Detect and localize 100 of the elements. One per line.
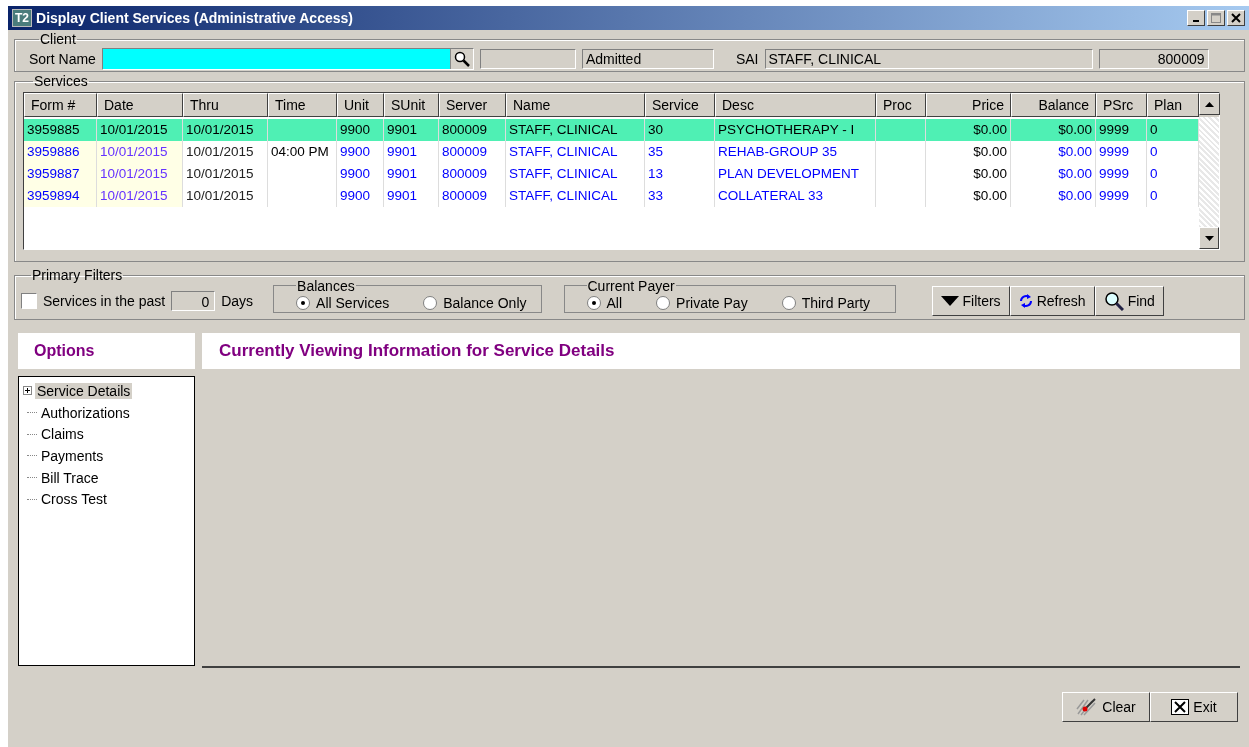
table-row[interactable]: 3959887 10/01/2015 10/01/2015 9900 9901 800009 STAFF, CLINICAL 13 PLAN DEVELOPMENT $0.00 $0.00 9999 0 <box>24 163 1199 185</box>
column-header[interactable]: Unit <box>337 93 384 117</box>
table-cell: $0.00 <box>926 163 1011 185</box>
table-cell: 10/01/2015 <box>183 163 268 185</box>
table-row[interactable]: 3959886 10/01/2015 10/01/2015 04:00 PM 9900 9901 800009 STAFF, CLINICAL 35 REHAB-GROUP 35 $0.00 $0.00 9999 0 <box>24 141 1199 163</box>
scrollbar[interactable] <box>1199 117 1219 249</box>
find-button[interactable]: Find <box>1094 285 1164 316</box>
column-header[interactable]: PSrc <box>1096 93 1147 117</box>
panel-header: Options <box>18 333 195 369</box>
table-cell: 9901 <box>384 185 439 207</box>
group-label: Balances <box>296 278 356 293</box>
table-cell: STAFF, CLINICAL <box>506 119 645 141</box>
table-cell: 10/01/2015 <box>97 141 183 163</box>
close-box-icon <box>1171 699 1190 715</box>
field-label: Sort Name <box>29 50 96 67</box>
table-cell: 04:00 PM <box>268 141 337 163</box>
table-cell: 9900 <box>337 185 384 207</box>
app-logo: T2 <box>12 9 32 27</box>
radio-button[interactable]: Balance Only <box>423 295 527 311</box>
radio-button[interactable]: All <box>586 295 623 311</box>
search-icon[interactable] <box>449 48 473 69</box>
tree-item[interactable]: Claims <box>39 426 86 443</box>
tree-item[interactable]: Authorizations <box>39 404 132 421</box>
table-row[interactable]: 3959894 10/01/2015 10/01/2015 9900 9901 800009 STAFF, CLINICAL 33 COLLATERAL 33 $0.00 $0.00 9999 0 <box>24 185 1199 207</box>
minimize-icon <box>1193 20 1199 22</box>
triangle-icon <box>940 295 959 306</box>
table-cell: STAFF, CLINICAL <box>506 185 645 207</box>
table-cell: 800009 <box>439 163 506 185</box>
table-cell: COLLATERAL 33 <box>715 185 876 207</box>
column-header[interactable]: Plan <box>1147 93 1199 117</box>
column-header[interactable]: Time <box>268 93 337 117</box>
table-row[interactable]: 3959885 10/01/2015 10/01/2015 9900 9901 800009 STAFF, CLINICAL 30 PSYCHOTHERAPY - I $0.00 $0.00 9999 0 <box>24 119 1199 141</box>
clear-button[interactable]: Clear <box>1062 692 1150 722</box>
group-label: Services <box>33 74 89 88</box>
tree-item[interactable]: Cross Test <box>39 491 109 508</box>
refresh-button[interactable]: Refresh <box>1009 285 1095 316</box>
table-cell: 10/01/2015 <box>183 119 268 141</box>
table-cell: 9999 <box>1096 163 1147 185</box>
table-cell: 33 <box>645 185 715 207</box>
tree-item[interactable]: Service Details <box>35 382 133 399</box>
days-field[interactable]: 0 <box>171 290 216 311</box>
brush-icon <box>1076 698 1099 716</box>
table-cell: 30 <box>645 119 715 141</box>
column-header[interactable]: Date <box>97 93 183 117</box>
past-checkbox[interactable]: Services in the past <box>21 292 166 309</box>
radio-button[interactable]: Private Pay <box>656 295 748 311</box>
group-label: Primary Filters <box>31 268 124 282</box>
window-title: Display Client Services (Administrative Access) <box>36 10 354 26</box>
field-label: SAI <box>735 50 759 67</box>
table-cell: 10/01/2015 <box>97 163 183 185</box>
column-header[interactable]: Balance <box>1011 93 1096 117</box>
table-cell: 10/01/2015 <box>97 185 183 207</box>
scroll-up-icon[interactable] <box>1199 93 1220 115</box>
minimize-button[interactable] <box>1187 10 1205 26</box>
table-cell: 3959894 <box>24 185 97 207</box>
table-cell: $0.00 <box>926 119 1011 141</box>
table-cell: 35 <box>645 141 715 163</box>
column-header[interactable]: Form # <box>24 93 97 117</box>
refresh-icon <box>1018 292 1033 309</box>
column-header[interactable]: SUnit <box>384 93 439 117</box>
search-icon <box>1103 290 1124 311</box>
sort-name-field[interactable] <box>101 47 474 70</box>
table-cell: 10/01/2015 <box>183 141 268 163</box>
group-label: Current Payer <box>586 278 676 293</box>
table-cell: STAFF, CLINICAL <box>506 141 645 163</box>
column-header[interactable]: Server <box>439 93 506 117</box>
table-cell: PLAN DEVELOPMENT <box>715 163 876 185</box>
filters-button[interactable]: Filters <box>931 285 1010 316</box>
column-header[interactable]: Thru <box>183 93 268 117</box>
tree-item[interactable]: Payments <box>39 447 106 464</box>
table-cell: $0.00 <box>1011 163 1096 185</box>
table-cell: 9900 <box>337 163 384 185</box>
column-header[interactable]: Price <box>926 93 1011 117</box>
radio-button[interactable]: All Services <box>296 295 390 311</box>
column-header[interactable]: Name <box>506 93 645 117</box>
table-cell: 9901 <box>384 163 439 185</box>
content-header: Currently Viewing Information for Service Details <box>202 333 1240 369</box>
column-header[interactable]: Service <box>645 93 715 117</box>
table-cell: STAFF, CLINICAL <box>506 163 645 185</box>
table-cell: 9999 <box>1096 119 1147 141</box>
column-header[interactable]: Proc <box>876 93 926 117</box>
table-cell: $0.00 <box>1011 119 1096 141</box>
table-cell: 3959887 <box>24 163 97 185</box>
exit-button[interactable]: Exit <box>1150 692 1238 722</box>
table-cell: $0.00 <box>1011 185 1096 207</box>
table-cell: 9901 <box>384 119 439 141</box>
tree-item[interactable]: Bill Trace <box>39 469 101 486</box>
maximize-button[interactable] <box>1207 10 1225 26</box>
close-button[interactable] <box>1227 10 1245 26</box>
table-cell: 9901 <box>384 141 439 163</box>
table-cell: 800009 <box>439 185 506 207</box>
column-header[interactable]: Desc <box>715 93 876 117</box>
table-cell: 9900 <box>337 141 384 163</box>
table-cell: PSYCHOTHERAPY - I <box>715 119 876 141</box>
expand-icon[interactable] <box>23 386 32 396</box>
radio-button[interactable]: Third Party <box>781 295 871 311</box>
table-cell: $0.00 <box>926 141 1011 163</box>
table-cell: $0.00 <box>926 185 1011 207</box>
table-cell: $0.00 <box>1011 141 1096 163</box>
scroll-down-icon[interactable] <box>1199 227 1219 249</box>
